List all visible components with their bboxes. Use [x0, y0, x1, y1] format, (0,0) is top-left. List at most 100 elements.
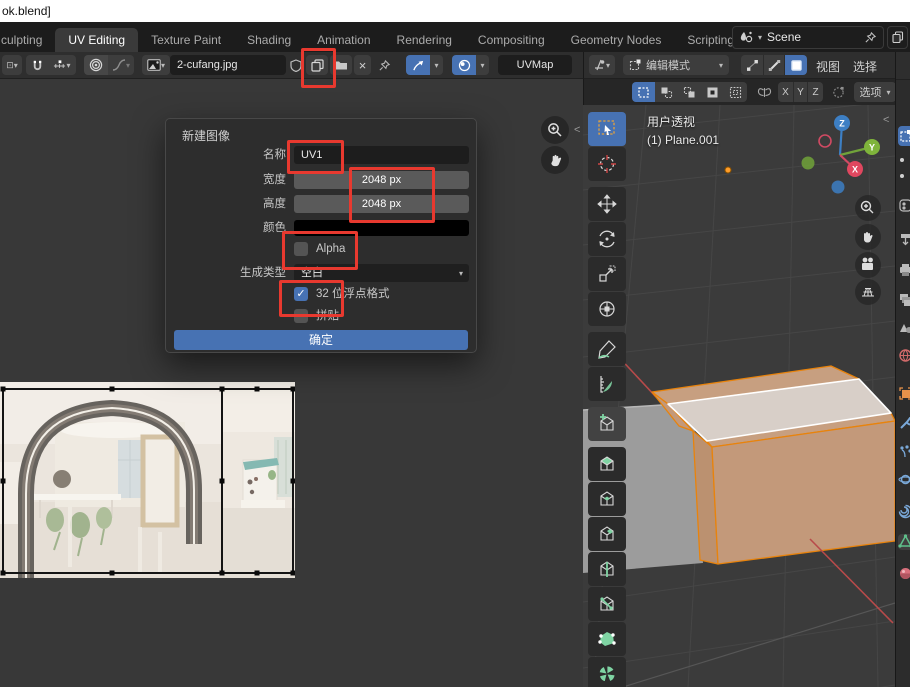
- tool-add-cube[interactable]: [588, 407, 626, 441]
- tool-rotate[interactable]: [588, 222, 626, 256]
- tab-shading[interactable]: Shading: [234, 28, 304, 52]
- height-field[interactable]: 2048 px: [294, 195, 469, 213]
- tab-object[interactable]: [898, 386, 910, 402]
- active-object-label: (1) Plane.001: [647, 133, 719, 147]
- scene-selector[interactable]: ▾ Scene: [732, 26, 884, 49]
- tab-culpting[interactable]: culpting: [0, 28, 55, 52]
- uv-image-view[interactable]: [0, 382, 295, 578]
- select-set-mode[interactable]: [632, 82, 655, 102]
- new-image-button[interactable]: [306, 55, 328, 75]
- tool-inset-faces[interactable]: [588, 482, 626, 516]
- select-mode-face[interactable]: [785, 55, 807, 75]
- tab-texture-paint[interactable]: Texture Paint: [138, 28, 234, 52]
- overlays-toggle[interactable]: [452, 55, 476, 75]
- select-subtract-mode[interactable]: [678, 82, 701, 102]
- menu-select[interactable]: 选择: [853, 58, 877, 75]
- tab-rendering[interactable]: Rendering: [384, 28, 465, 52]
- mirror-x-toggle[interactable]: [754, 82, 774, 102]
- tab-geometry-nodes[interactable]: Geometry Nodes: [558, 28, 675, 52]
- viewport-tool-settings: X Y Z 选项▾: [583, 79, 895, 105]
- tool-transform[interactable]: [588, 292, 626, 326]
- tool-loop-cut[interactable]: [588, 552, 626, 586]
- proportional-editing-toggle[interactable]: [84, 55, 108, 75]
- proportional-circles-icon: [89, 58, 103, 72]
- width-field[interactable]: 2048 px: [294, 171, 469, 189]
- tab-printer[interactable]: [898, 262, 910, 278]
- tool-spin[interactable]: [588, 657, 626, 687]
- tool-poly-build[interactable]: [588, 622, 626, 656]
- select-mode-vertex[interactable]: [741, 55, 763, 75]
- viewport-header: ▾ 编辑模式 ▾ 视图 选择: [583, 52, 895, 79]
- select-extend-mode[interactable]: [655, 82, 678, 102]
- tab-material[interactable]: [898, 566, 910, 582]
- tab-animation[interactable]: Animation: [304, 28, 383, 52]
- tiled-checkbox[interactable]: [294, 309, 308, 323]
- uvmap-value: UVMap: [517, 59, 554, 71]
- pin-icon[interactable]: [864, 31, 877, 44]
- menu-view[interactable]: 视图: [816, 58, 840, 75]
- tab-object-data[interactable]: [898, 534, 910, 550]
- fake-user-toggle[interactable]: [288, 55, 304, 75]
- float32-checkbox[interactable]: ✓: [294, 287, 308, 301]
- select-intersect-mode[interactable]: [724, 82, 747, 102]
- axis-z-toggle[interactable]: Z: [808, 82, 823, 102]
- tab-compositing[interactable]: Compositing: [465, 28, 558, 52]
- axis-x-toggle[interactable]: X: [778, 82, 793, 102]
- generated-type-dropdown[interactable]: 空白▾: [294, 264, 469, 282]
- snap-toggle[interactable]: [26, 55, 48, 75]
- axis-y-toggle[interactable]: Y: [793, 82, 808, 102]
- tool-annotate[interactable]: [588, 332, 626, 366]
- tab-physics[interactable]: [898, 472, 910, 488]
- pin-icon: [378, 59, 391, 72]
- new-scene-button[interactable]: [887, 26, 908, 49]
- uv-editor-type-button[interactable]: ⊡▾: [2, 55, 22, 75]
- overlays-dropdown[interactable]: ▾: [476, 55, 489, 75]
- tab-tool[interactable]: [898, 198, 910, 214]
- ok-button[interactable]: 确定: [174, 330, 468, 350]
- proportional-edit-toggle[interactable]: [828, 82, 848, 102]
- tab-constraints[interactable]: [898, 504, 910, 520]
- unlink-image-button[interactable]: ×: [354, 55, 371, 75]
- alpha-checkbox[interactable]: [294, 242, 308, 256]
- scene-name[interactable]: Scene: [767, 30, 859, 44]
- tool-measure[interactable]: [588, 367, 626, 401]
- viewport-canvas[interactable]: Z Y X < 用户透视 (1) Plane.001: [583, 105, 895, 687]
- uv-editor-canvas[interactable]: <: [0, 79, 583, 687]
- tab-active-tool[interactable]: [898, 126, 910, 146]
- uv-pan-button[interactable]: [541, 146, 569, 174]
- tool-scale[interactable]: [588, 257, 626, 291]
- viewport-editor-type-button[interactable]: ▾: [589, 55, 615, 75]
- image-name-field[interactable]: 2-cufang.jpg: [170, 55, 286, 75]
- gizmos-toggle[interactable]: [406, 55, 430, 75]
- select-mode-edge[interactable]: [763, 55, 785, 75]
- snap-with-dropdown[interactable]: ▾: [48, 55, 76, 75]
- tab-uv-editing[interactable]: UV Editing: [55, 28, 138, 52]
- tool-bevel[interactable]: [588, 517, 626, 551]
- tab-world[interactable]: [898, 348, 910, 364]
- color-swatch[interactable]: [294, 220, 469, 236]
- scale-icon: [596, 263, 618, 285]
- uv-sidebar-collapse[interactable]: <: [574, 124, 580, 136]
- select-difference-mode[interactable]: [701, 82, 724, 102]
- edit-mode-icon: [629, 59, 641, 71]
- tab-modifiers[interactable]: [898, 416, 910, 432]
- name-field[interactable]: UV1: [294, 146, 469, 164]
- tab-scene[interactable]: [898, 320, 910, 336]
- pin-image-toggle[interactable]: [376, 55, 392, 75]
- tab-output[interactable]: [898, 232, 910, 248]
- tool-knife[interactable]: [588, 587, 626, 621]
- options-dropdown[interactable]: 选项▾: [854, 82, 896, 102]
- tab-particles[interactable]: [898, 444, 910, 460]
- image-browse-button[interactable]: ▾: [142, 55, 170, 75]
- tool-extrude-region[interactable]: [588, 447, 626, 481]
- tab-view-layer[interactable]: [898, 292, 910, 308]
- tool-move[interactable]: [588, 187, 626, 221]
- uvmap-selector[interactable]: UVMap: [498, 55, 572, 75]
- open-image-button[interactable]: [330, 55, 352, 75]
- uv-zoom-button[interactable]: [541, 116, 569, 144]
- mode-dropdown[interactable]: 编辑模式 ▾: [623, 55, 729, 75]
- falloff-dropdown[interactable]: ▾: [108, 55, 134, 75]
- tool-cursor[interactable]: [588, 147, 626, 181]
- gizmos-dropdown[interactable]: ▾: [430, 55, 443, 75]
- tool-select-box[interactable]: [588, 112, 626, 146]
